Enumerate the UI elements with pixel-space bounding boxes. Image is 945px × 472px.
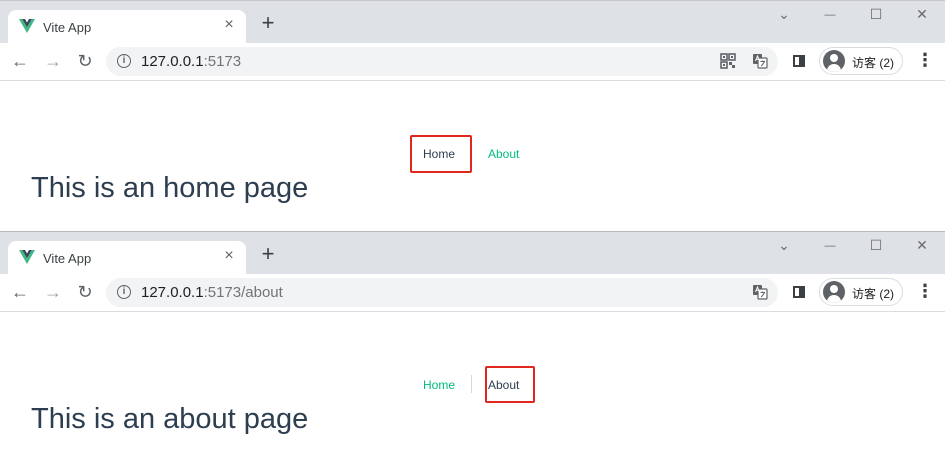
forward-button[interactable]: → (41, 280, 65, 304)
browser-menu-icon[interactable]: ⋮ (916, 49, 934, 71)
tab-strip: Vite App × + ⌄ — ☐ ✕ (0, 1, 945, 44)
profile-button[interactable]: 访客 (2) (819, 47, 903, 75)
nav-link-home[interactable]: Home (423, 378, 455, 392)
site-info-icon[interactable]: i (117, 54, 131, 68)
back-button[interactable]: ← (8, 49, 32, 73)
tab-search-icon[interactable]: ⌄ (774, 237, 794, 254)
address-bar[interactable]: i 127.0.0.1:5173/about (106, 278, 778, 307)
vue-logo-icon (19, 19, 35, 33)
nav-divider (471, 375, 472, 393)
avatar-icon (823, 50, 845, 72)
minimize-button[interactable]: — (820, 240, 840, 252)
tab-title: Vite App (43, 251, 92, 266)
side-panel-icon[interactable] (793, 55, 805, 67)
browser-toolbar: ← → ↻ i 127.0.0.1:5173 访客 (2) ⋮ (0, 43, 945, 81)
browser-toolbar: ← → ↻ i 127.0.0.1:5173/about 访客 (2) ⋮ (0, 274, 945, 312)
maximize-button[interactable]: ☐ (866, 237, 886, 254)
tab-vite-app[interactable]: Vite App × (8, 241, 246, 275)
url-text[interactable]: 127.0.0.1:5173/about (141, 284, 283, 301)
browser-window-home: Vite App × + ⌄ — ☐ ✕ ← → ↻ i 127.0.0.1:5… (0, 0, 945, 231)
side-panel-icon[interactable] (793, 286, 805, 298)
url-text[interactable]: 127.0.0.1:5173 (141, 53, 241, 70)
browser-menu-icon[interactable]: ⋮ (916, 280, 934, 302)
profile-label: 访客 (2) (852, 56, 895, 70)
new-tab-button[interactable]: + (257, 10, 279, 36)
reload-button[interactable]: ↻ (73, 280, 97, 304)
tab-title: Vite App (43, 20, 92, 35)
back-button[interactable]: ← (8, 280, 32, 304)
profile-label: 访客 (2) (852, 287, 895, 301)
nav-link-about[interactable]: About (488, 147, 519, 161)
page-heading: This is an home page (31, 172, 309, 204)
tab-search-icon[interactable]: ⌄ (774, 6, 794, 23)
browser-window-about: Vite App × + ⌄ — ☐ ✕ ← → ↻ i 127.0.0.1:5… (0, 231, 945, 472)
close-tab-icon[interactable]: × (220, 16, 238, 34)
close-tab-icon[interactable]: × (220, 247, 238, 265)
forward-button[interactable]: → (41, 49, 65, 73)
tab-vite-app[interactable]: Vite App × (8, 10, 246, 44)
vue-logo-icon (19, 250, 35, 264)
minimize-button[interactable]: — (820, 9, 840, 21)
tab-strip: Vite App × + ⌄ — ☐ ✕ (0, 232, 945, 275)
window-close-button[interactable]: ✕ (912, 6, 932, 23)
translate-icon[interactable] (752, 53, 768, 69)
highlight-box-about (485, 366, 535, 403)
site-info-icon[interactable]: i (117, 285, 131, 299)
window-close-button[interactable]: ✕ (912, 237, 932, 254)
maximize-button[interactable]: ☐ (866, 6, 886, 23)
avatar-icon (823, 281, 845, 303)
highlight-box-home (410, 135, 472, 173)
translate-icon[interactable] (752, 284, 768, 300)
reload-button[interactable]: ↻ (73, 49, 97, 73)
profile-button[interactable]: 访客 (2) (819, 278, 903, 306)
new-tab-button[interactable]: + (257, 241, 279, 267)
qr-code-icon[interactable] (720, 53, 736, 69)
page-heading: This is an about page (31, 403, 309, 435)
address-bar[interactable]: i 127.0.0.1:5173 (106, 47, 778, 76)
